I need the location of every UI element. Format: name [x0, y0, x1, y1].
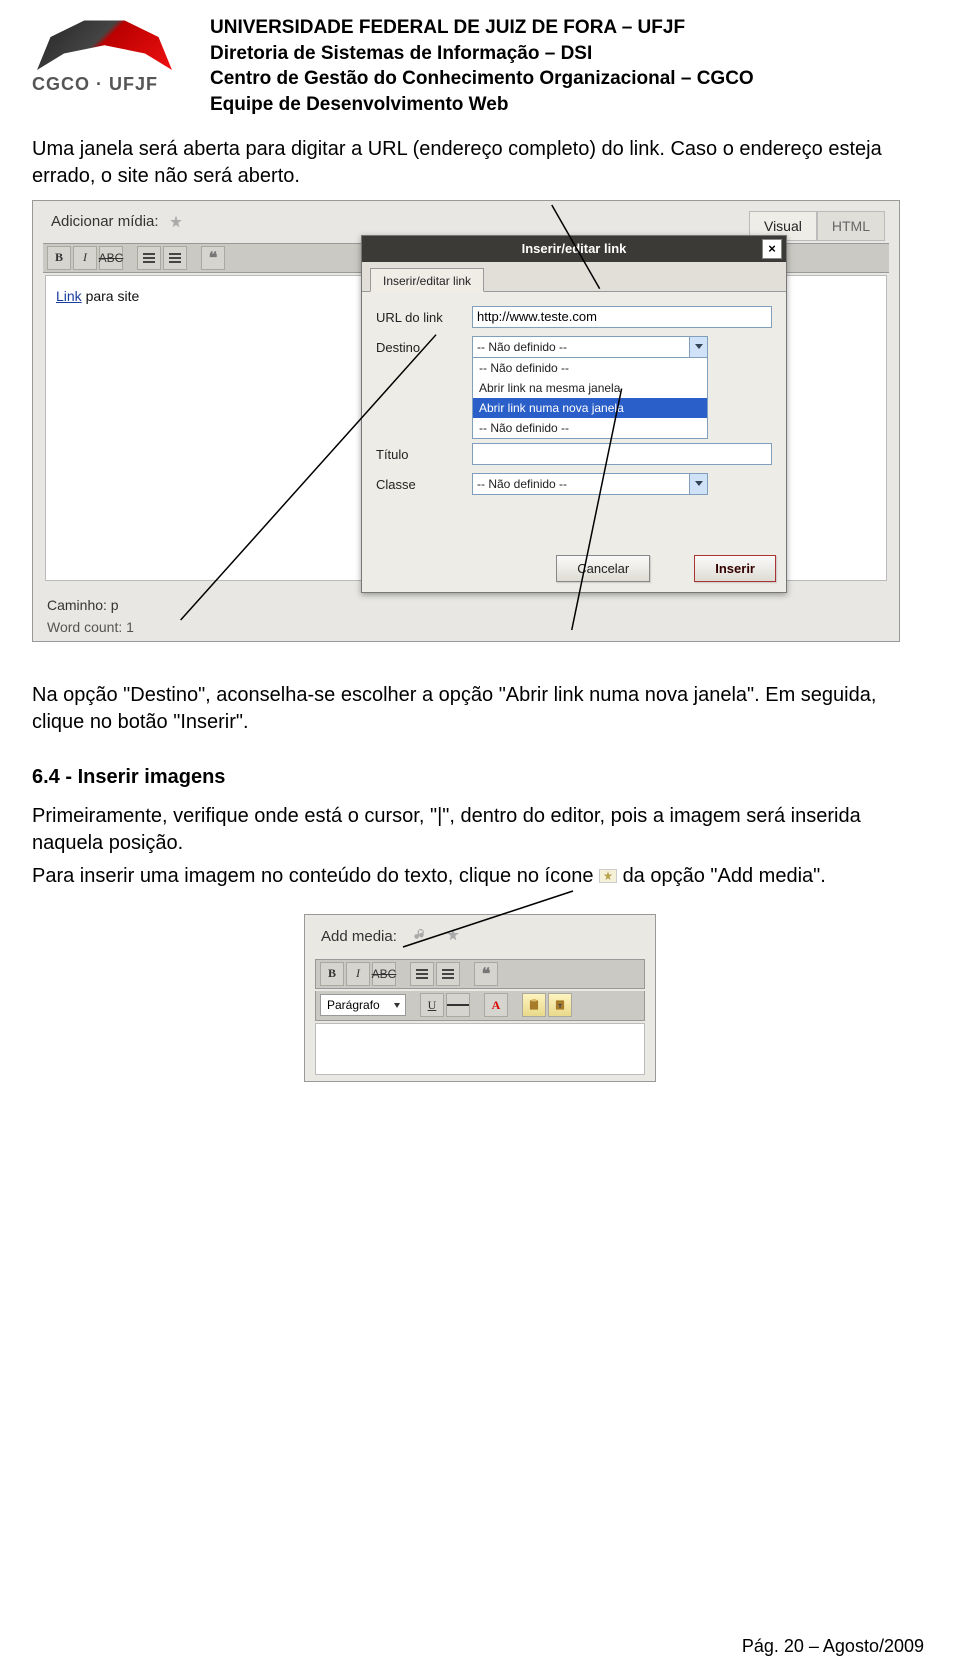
- text-color-button[interactable]: A: [484, 993, 508, 1017]
- underline-button[interactable]: U: [420, 993, 444, 1017]
- dropdown-option[interactable]: -- Não definido --: [473, 418, 707, 438]
- page-footer: Pág. 20 – Agosto/2009: [742, 1636, 924, 1657]
- italic-button[interactable]: I: [73, 246, 97, 270]
- paste-word-button[interactable]: T: [548, 993, 572, 1017]
- dropdown-option[interactable]: Abrir link na mesma janela: [473, 378, 707, 398]
- tab-html[interactable]: HTML: [817, 211, 885, 241]
- editor-text: Link para site: [56, 288, 139, 304]
- numbered-list-button[interactable]: [436, 962, 460, 986]
- annotation-arrow: [363, 891, 583, 951]
- classe-select[interactable]: -- Não definido --: [472, 473, 708, 495]
- modal-titlebar: Inserir/editar link ×: [362, 236, 786, 262]
- bold-button[interactable]: B: [320, 962, 344, 986]
- editor-area[interactable]: [315, 1023, 645, 1075]
- paragraph-1: Uma janela será aberta para digitar a UR…: [32, 136, 928, 190]
- close-icon[interactable]: ×: [762, 239, 782, 259]
- logo-text: CGCO · UFJF: [32, 74, 192, 95]
- document-header: CGCO · UFJF UNIVERSIDADE FEDERAL DE JUIZ…: [32, 15, 928, 118]
- editor-toolbar-row1: B I ABC ❝: [315, 959, 645, 989]
- header-line-3: Centro de Gestão do Conhecimento Organiz…: [210, 66, 754, 92]
- paragraph-2: Na opção "Destino", aconselha-se escolhe…: [32, 682, 928, 736]
- paste-button[interactable]: [522, 993, 546, 1017]
- classe-label: Classe: [376, 473, 472, 492]
- titulo-label: Título: [376, 443, 472, 462]
- insert-button[interactable]: Inserir: [694, 555, 776, 582]
- screenshot-link-dialog: Adicionar mídia: Visual HTML B I ABC ❝ L…: [32, 200, 900, 642]
- italic-button[interactable]: I: [346, 962, 370, 986]
- editor-toolbar-row2: Parágrafo U A T: [315, 991, 645, 1021]
- strike-button[interactable]: ABC: [99, 246, 123, 270]
- chevron-down-icon[interactable]: [689, 337, 707, 357]
- paragraph-4: Para inserir uma imagem no conteúdo do t…: [32, 863, 928, 890]
- quote-button[interactable]: ❝: [474, 962, 498, 986]
- chevron-down-icon[interactable]: [689, 474, 707, 494]
- strike-button[interactable]: ABC: [372, 962, 396, 986]
- bullet-list-button[interactable]: [410, 962, 434, 986]
- dropdown-option-selected[interactable]: Abrir link numa nova janela: [473, 398, 707, 418]
- cancel-button[interactable]: Cancelar: [556, 555, 650, 582]
- path-label: Caminho: p: [47, 597, 119, 613]
- dropdown-option[interactable]: -- Não definido --: [473, 358, 707, 378]
- url-input[interactable]: [472, 306, 772, 328]
- header-line-2: Diretoria de Sistemas de Informação – DS…: [210, 41, 754, 67]
- destino-label: Destino: [376, 336, 472, 355]
- header-line-1: UNIVERSIDADE FEDERAL DE JUIZ DE FORA – U…: [210, 15, 754, 41]
- section-title: 6.4 - Inserir imagens: [32, 766, 928, 789]
- modal-tab[interactable]: Inserir/editar link: [370, 268, 484, 292]
- quote-button[interactable]: ❝: [201, 246, 225, 270]
- destino-select[interactable]: -- Não definido --: [472, 336, 708, 358]
- numbered-list-button[interactable]: [163, 246, 187, 270]
- titulo-input[interactable]: [472, 443, 772, 465]
- asterisk-icon: [599, 869, 617, 883]
- header-line-4: Equipe de Desenvolvimento Web: [210, 92, 754, 118]
- svg-text:T: T: [558, 1004, 562, 1010]
- paragraph-3: Primeiramente, verifique onde está o cur…: [32, 803, 928, 857]
- bold-button[interactable]: B: [47, 246, 71, 270]
- url-label: URL do link: [376, 306, 472, 325]
- align-justify-button[interactable]: [446, 993, 470, 1017]
- modal-title-text: Inserir/editar link: [522, 241, 627, 256]
- logo: CGCO · UFJF: [32, 15, 192, 105]
- star-icon[interactable]: [167, 213, 185, 231]
- link-modal: Inserir/editar link × Inserir/editar lin…: [361, 235, 787, 593]
- screenshot-add-media: Add media: B I ABC ❝ Parágrafo: [304, 914, 656, 1082]
- word-count-label: Word count: 1: [47, 619, 134, 635]
- header-lines: UNIVERSIDADE FEDERAL DE JUIZ DE FORA – U…: [210, 15, 754, 118]
- paragraph-select[interactable]: Parágrafo: [320, 994, 406, 1016]
- bullet-list-button[interactable]: [137, 246, 161, 270]
- add-media-label: Adicionar mídia:: [51, 213, 159, 230]
- destino-dropdown: -- Não definido -- Abrir link na mesma j…: [472, 357, 708, 439]
